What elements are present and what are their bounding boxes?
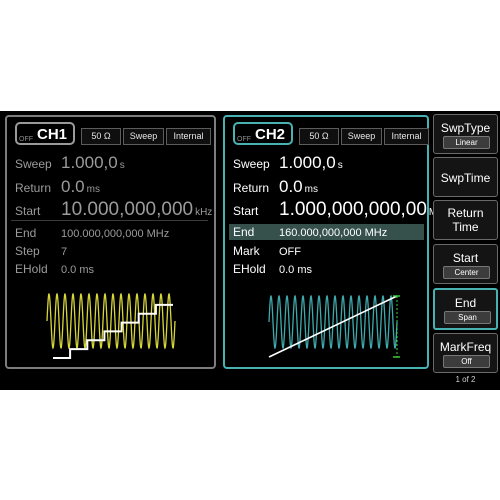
ch2-start-row[interactable]: Start 1.000,000,000,00 MHz xyxy=(233,199,449,221)
softkey-swptype[interactable]: SwpType Linear xyxy=(433,114,498,154)
ch1-sine-trace xyxy=(46,292,176,350)
ch1-load-badge: 50 Ω xyxy=(81,128,121,145)
ch2-source-badge: Internal xyxy=(384,128,429,145)
ch2-sweep-unit: s xyxy=(337,160,343,171)
ch1-end-value: 100.000,000,000 MHz xyxy=(61,228,170,240)
ch1-mode-badge: Sweep xyxy=(123,128,164,145)
ch1-return-row[interactable]: Return 0.0 ms xyxy=(15,177,100,197)
ch1-start-unit: kHz xyxy=(195,207,213,218)
ch1-return-unit: ms xyxy=(86,184,100,195)
ch2-return-unit: ms xyxy=(304,184,318,195)
softkey-end-value: Span xyxy=(444,311,491,324)
ch2-mode-badge: Sweep xyxy=(341,128,382,145)
softkey-return-time[interactable]: Return Time xyxy=(433,200,498,240)
ch1-tab[interactable]: OFF CH1 xyxy=(15,122,75,145)
ch1-start-row[interactable]: Start 10.000,000,000 kHz xyxy=(15,199,212,221)
ch2-return-row[interactable]: Return 0.0 ms xyxy=(233,177,318,197)
ch1-ehold-row[interactable]: EHold 0.0 ms xyxy=(15,262,94,276)
ch2-return-label: Return xyxy=(233,181,270,195)
ch1-sweep-unit: s xyxy=(119,160,125,171)
ch1-start-label: Start xyxy=(15,204,41,218)
ch2-panel[interactable]: OFF CH2 50 Ω Sweep Internal Sweep 1.000,… xyxy=(223,115,449,369)
ch1-panel[interactable]: OFF CH1 50 Ω Sweep Internal Sweep 1.000,… xyxy=(5,115,216,369)
ch2-ehold-label: EHold xyxy=(233,262,266,276)
ch1-source-badge: Internal xyxy=(166,128,211,145)
ch2-waveform-preview xyxy=(268,294,400,358)
ch2-sine-trace xyxy=(268,294,398,350)
ch2-end-row[interactable]: End 160.000,000,000 MHz xyxy=(233,225,387,239)
ch1-sweep-label: Sweep xyxy=(15,157,52,171)
softkey-return-time-label: Return Time xyxy=(447,206,484,234)
softkey-swptime[interactable]: SwpTime xyxy=(433,157,498,197)
ch1-step-value: 7 xyxy=(61,246,68,258)
menu-page-indicator: 1 of 2 xyxy=(455,375,476,384)
ch2-tab[interactable]: OFF CH2 xyxy=(233,122,293,145)
softkey-end-label: End xyxy=(454,296,477,310)
softkey-start[interactable]: Start Center xyxy=(433,244,498,284)
ch1-sweep-row[interactable]: Sweep 1.000,0 s xyxy=(15,153,125,173)
ch1-start-value: 10.000,000,000 xyxy=(61,199,194,220)
ch1-sweep-value: 1.000,0 xyxy=(61,153,118,172)
ch2-mark-label: Mark xyxy=(233,244,260,258)
ch2-sweep-value: 1.000,0 xyxy=(279,153,336,172)
generator-screen: OFF CH1 50 Ω Sweep Internal Sweep 1.000,… xyxy=(0,111,500,390)
ch2-status-bar: 50 Ω Sweep Internal xyxy=(299,128,429,145)
softkey-swptime-label: SwpTime xyxy=(440,171,491,185)
ch1-step-label: Step xyxy=(15,244,40,258)
ch1-name: CH1 xyxy=(37,126,68,143)
ch1-return-label: Return xyxy=(15,181,52,195)
ch2-mark-row[interactable]: Mark OFF xyxy=(233,244,301,258)
softkey-markfreq-value: Off xyxy=(443,355,490,368)
ch2-sweep-label: Sweep xyxy=(233,157,270,171)
ch2-ehold-row[interactable]: EHold 0.0 ms xyxy=(233,262,312,276)
softkey-start-value: Center xyxy=(443,266,490,279)
softkey-swptype-value: Linear xyxy=(443,136,490,149)
softkey-start-label: Start xyxy=(452,251,479,265)
ch1-status-bar: 50 Ω Sweep Internal xyxy=(81,128,211,145)
ch2-ehold-value: 0.0 ms xyxy=(279,264,313,276)
ch2-sweep-row[interactable]: Sweep 1.000,0 s xyxy=(233,153,343,173)
ch2-name: CH2 xyxy=(255,126,286,143)
ch2-start-label: Start xyxy=(233,204,259,218)
ch1-output-status: OFF xyxy=(19,136,33,143)
ch2-start-value: 1.000,000,000,00 xyxy=(279,199,427,220)
ch2-mark-value: OFF xyxy=(279,246,301,258)
softkey-swptype-label: SwpType xyxy=(440,121,491,135)
ch1-ehold-value: 0.0 ms xyxy=(61,264,95,276)
ch1-ehold-label: EHold xyxy=(15,262,48,276)
ch2-load-badge: 50 Ω xyxy=(299,128,339,145)
ch1-divider xyxy=(11,220,208,221)
ch2-output-status: OFF xyxy=(237,136,251,143)
ch2-end-value[interactable]: 160.000,000,000 MHz xyxy=(279,227,387,239)
ch1-step-row[interactable]: Step 7 xyxy=(15,244,67,258)
ch1-end-row[interactable]: End 100.000,000,000 MHz xyxy=(15,226,169,240)
ch2-end-label: End xyxy=(233,225,255,239)
ch1-return-value: 0.0 xyxy=(61,177,85,196)
ch1-waveform-preview xyxy=(46,292,176,359)
softkey-markfreq[interactable]: MarkFreq Off xyxy=(433,333,498,373)
ch2-return-value: 0.0 xyxy=(279,177,303,196)
ch1-end-label: End xyxy=(15,226,37,240)
softkey-end[interactable]: End Span xyxy=(433,288,498,330)
softkey-markfreq-label: MarkFreq xyxy=(439,340,492,354)
